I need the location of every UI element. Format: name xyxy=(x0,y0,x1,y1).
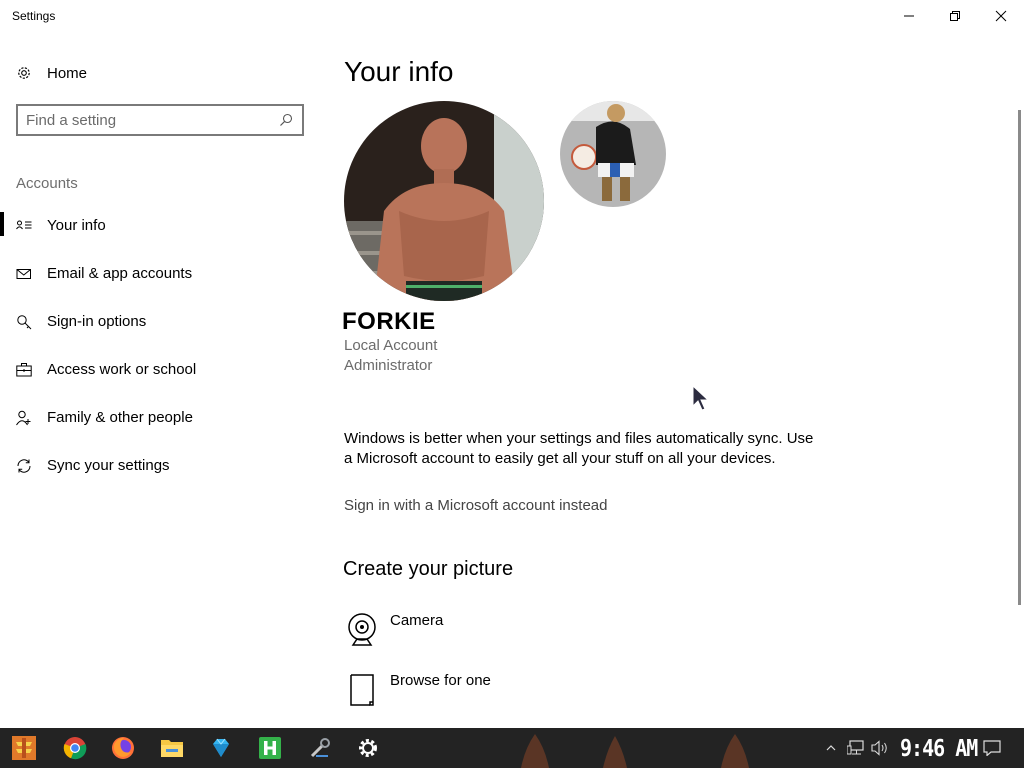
sidebar-item-label: Email & app accounts xyxy=(47,265,193,282)
chrome-icon xyxy=(63,737,87,760)
sync-description: Windows is better when your settings and… xyxy=(344,430,814,467)
close-button[interactable] xyxy=(978,0,1024,32)
user-name: FORKIE xyxy=(342,308,436,335)
mail-icon xyxy=(16,266,32,282)
sidebar-item-email-accounts[interactable]: Email & app accounts xyxy=(0,256,320,296)
firefox-icon xyxy=(112,737,134,759)
search-box[interactable] xyxy=(16,104,304,136)
flame-decoration xyxy=(521,734,549,768)
browse-label: Browse for one xyxy=(390,672,491,689)
title-bar: Settings xyxy=(0,0,1024,32)
document-icon xyxy=(344,672,380,708)
microsoft-account-link[interactable]: Sign in with a Microsoft account instead xyxy=(344,497,607,514)
tools-app-icon xyxy=(310,738,330,758)
restore-button[interactable] xyxy=(932,0,978,32)
volume-icon xyxy=(871,740,887,756)
sidebar-item-label: Access work or school xyxy=(47,361,197,378)
close-icon xyxy=(995,10,1007,22)
home-link[interactable]: Home xyxy=(16,62,87,84)
profile-picture xyxy=(344,101,544,301)
file-explorer-icon xyxy=(161,740,183,757)
search-icon[interactable] xyxy=(278,112,294,128)
chevron-up-icon xyxy=(826,745,836,751)
sidebar-item-label: Family & other people xyxy=(47,409,193,426)
briefcase-icon xyxy=(16,362,32,378)
contact-card-icon xyxy=(16,218,32,234)
h-app-icon xyxy=(259,737,281,759)
flame-decoration xyxy=(603,736,627,768)
camera-label: Camera xyxy=(390,612,444,629)
sidebar-item-label: Sign-in options xyxy=(47,313,147,330)
sidebar: Home Accounts Your info Email & app acco… xyxy=(0,32,320,728)
window-title: Settings xyxy=(12,9,56,23)
previous-profile-picture[interactable] xyxy=(560,101,666,207)
accounts-section-heading: Accounts xyxy=(16,175,78,192)
sidebar-item-label: Sync your settings xyxy=(47,457,170,474)
minimize-icon xyxy=(904,15,914,17)
settings-icon xyxy=(359,739,377,757)
sidebar-item-label: Your info xyxy=(47,217,106,234)
taskbar-tools-app[interactable] xyxy=(296,728,344,768)
minimize-button[interactable] xyxy=(886,0,932,32)
network-button[interactable] xyxy=(844,728,868,768)
main-content: Your info FORKIE Local Account Administr… xyxy=(320,32,1024,728)
scrollbar[interactable] xyxy=(1018,110,1021,605)
restore-icon xyxy=(950,11,960,21)
camera-option[interactable]: Camera xyxy=(344,612,644,652)
person-add-icon xyxy=(16,410,32,426)
sidebar-item-sign-in-options[interactable]: Sign-in options xyxy=(0,304,320,344)
show-hidden-icons-button[interactable] xyxy=(824,728,838,768)
search-input[interactable] xyxy=(26,111,266,129)
sync-icon xyxy=(16,458,32,474)
clock[interactable]: 9:46 AM xyxy=(900,734,978,762)
flame-decoration xyxy=(721,734,749,768)
gear-icon xyxy=(16,65,32,81)
network-icon xyxy=(847,740,864,755)
account-role: Administrator xyxy=(344,357,433,374)
home-label: Home xyxy=(47,64,88,82)
sidebar-item-family[interactable]: Family & other people xyxy=(0,400,320,440)
page-title: Your info xyxy=(344,56,454,87)
account-type: Local Account xyxy=(344,337,438,354)
sidebar-item-sync[interactable]: Sync your settings xyxy=(0,448,320,488)
sidebar-item-access-work[interactable]: Access work or school xyxy=(0,352,320,392)
key-icon xyxy=(16,314,32,330)
sidebar-item-your-info[interactable]: Your info xyxy=(0,208,320,248)
mouse-pointer xyxy=(692,385,710,411)
taskbar-file-explorer[interactable] xyxy=(148,728,196,768)
notification-icon xyxy=(983,740,1001,756)
start-icon xyxy=(12,736,36,760)
volume-button[interactable] xyxy=(868,728,892,768)
camera-icon xyxy=(344,612,380,648)
action-center-button[interactable] xyxy=(978,728,1006,768)
diamond-app-icon xyxy=(213,738,229,757)
selected-indicator xyxy=(0,212,4,236)
taskbar-h-app[interactable] xyxy=(246,728,294,768)
start-button[interactable] xyxy=(0,728,48,768)
taskbar-firefox[interactable] xyxy=(99,728,147,768)
browse-option[interactable]: Browse for one xyxy=(344,672,644,712)
taskbar-chrome[interactable] xyxy=(51,728,99,768)
taskbar-diamond-app[interactable] xyxy=(197,728,245,768)
create-picture-heading: Create your picture xyxy=(343,558,514,580)
taskbar: 9:46 AM xyxy=(0,728,1024,768)
taskbar-settings[interactable] xyxy=(344,728,392,768)
